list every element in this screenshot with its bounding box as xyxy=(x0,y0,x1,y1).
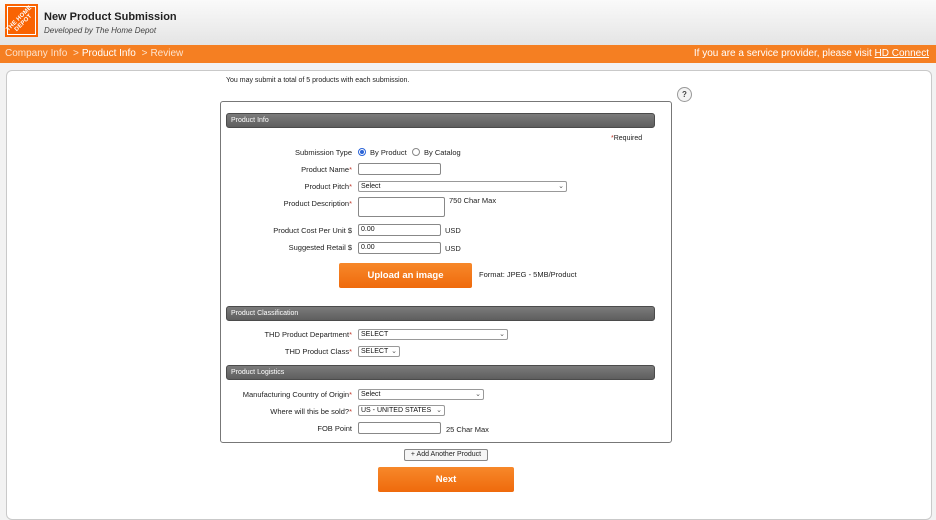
required-star: * xyxy=(349,347,352,356)
crumb-company-info[interactable]: Company Info xyxy=(5,48,67,59)
product-pitch-value: Select xyxy=(361,183,381,190)
crumb-product-info[interactable]: Product Info xyxy=(82,48,136,59)
description-char-hint: 750 Char Max xyxy=(449,196,497,205)
section-product-classification: Product Classification xyxy=(226,306,655,321)
upload-image-button[interactable]: Upload an image xyxy=(339,263,472,288)
sold-where-label: Where will this be sold?* xyxy=(270,407,352,416)
fob-point-label: FOB Point xyxy=(317,424,352,433)
submission-type-label: Submission Type xyxy=(295,148,352,157)
product-class-label: THD Product Class* xyxy=(285,347,352,356)
crumb-review[interactable]: Review xyxy=(150,48,183,59)
home-depot-logo[interactable]: THE HOME DEPOT xyxy=(5,4,38,37)
product-pitch-select[interactable]: Select ⌄ xyxy=(358,181,567,192)
department-value: SELECT xyxy=(361,331,389,338)
chevron-down-icon: ⌄ xyxy=(475,391,481,398)
department-label-text: THD Product Department xyxy=(264,330,350,339)
breadcrumb: Company Info > Product Info > Review xyxy=(5,48,183,59)
required-star: * xyxy=(349,330,352,339)
chevron-down-icon: ⌄ xyxy=(391,348,397,355)
sold-where-value: US - UNITED STATES xyxy=(361,407,432,414)
intro-text: You may submit a total of 5 products wit… xyxy=(226,77,410,84)
product-pitch-label-text: Product Pitch xyxy=(304,182,350,191)
product-description-label: Product Description* xyxy=(284,199,352,208)
cost-per-unit-label: Product Cost Per Unit $ xyxy=(273,226,352,235)
chevron-down-icon: ⌄ xyxy=(436,407,442,414)
sold-where-label-text: Where will this be sold? xyxy=(270,407,350,416)
product-name-label-text: Product Name xyxy=(301,165,350,174)
cost-unit-label: USD xyxy=(445,226,461,235)
fob-point-input[interactable] xyxy=(358,422,441,434)
product-class-value: SELECT xyxy=(361,348,389,355)
help-icon[interactable]: ? xyxy=(677,87,692,102)
country-origin-select[interactable]: Select ⌄ xyxy=(358,389,484,400)
product-name-input[interactable] xyxy=(358,163,441,175)
cost-per-unit-input[interactable]: 0.00 xyxy=(358,224,441,236)
by-product-radio[interactable] xyxy=(358,148,366,156)
provider-text: If you are a service provider, please vi… xyxy=(693,48,875,59)
hd-connect-link[interactable]: HD Connect xyxy=(875,48,929,59)
country-origin-label: Manufacturing Country of Origin* xyxy=(243,390,352,399)
upload-format-hint: Format: JPEG - 5MB/Product xyxy=(479,270,577,279)
department-select[interactable]: SELECT ⌄ xyxy=(358,329,508,340)
app-title: New Product Submission xyxy=(44,11,177,23)
by-catalog-label[interactable]: By Catalog xyxy=(424,148,461,157)
department-label: THD Product Department* xyxy=(264,330,352,339)
add-another-product-button[interactable]: + Add Another Product xyxy=(404,449,488,461)
required-note: *Required xyxy=(611,135,642,142)
app-subtitle: Developed by The Home Depot xyxy=(44,26,157,35)
chevron-down-icon: ⌄ xyxy=(558,183,564,190)
required-star: * xyxy=(349,165,352,174)
by-catalog-radio[interactable] xyxy=(412,148,420,156)
section-product-info: Product Info xyxy=(226,113,655,128)
product-pitch-label: Product Pitch* xyxy=(304,182,352,191)
provider-note: If you are a service provider, please vi… xyxy=(694,48,929,59)
product-class-label-text: THD Product Class xyxy=(284,347,350,356)
next-button[interactable]: Next xyxy=(378,467,514,492)
fob-char-hint: 25 Char Max xyxy=(446,425,489,434)
required-star: * xyxy=(349,407,352,416)
suggested-retail-label: Suggested Retail $ xyxy=(288,243,352,252)
product-name-label: Product Name* xyxy=(301,165,352,174)
required-star: * xyxy=(349,390,352,399)
required-text: Required xyxy=(613,135,643,142)
by-product-label[interactable]: By Product xyxy=(370,148,407,157)
nav-bar: Company Info > Product Info > Review If yo… xyxy=(0,45,936,63)
crumb-separator: > xyxy=(73,48,79,59)
suggested-retail-input[interactable]: 0.00 xyxy=(358,242,441,254)
required-star: * xyxy=(349,182,352,191)
app-header: THE HOME DEPOT New Product Submission De… xyxy=(0,0,936,46)
product-class-select[interactable]: SELECT ⌄ xyxy=(358,346,400,357)
product-description-textarea[interactable] xyxy=(358,197,445,217)
crumb-separator: > xyxy=(141,48,148,59)
country-origin-value: Select xyxy=(361,391,381,398)
retail-unit-label: USD xyxy=(445,244,461,253)
section-product-logistics: Product Logistics xyxy=(226,365,655,380)
product-description-label-text: Product Description xyxy=(283,199,350,208)
country-origin-label-text: Manufacturing Country of Origin xyxy=(242,390,350,399)
chevron-down-icon: ⌄ xyxy=(499,331,505,338)
required-star: * xyxy=(349,199,352,208)
sold-where-select[interactable]: US - UNITED STATES ⌄ xyxy=(358,405,445,416)
